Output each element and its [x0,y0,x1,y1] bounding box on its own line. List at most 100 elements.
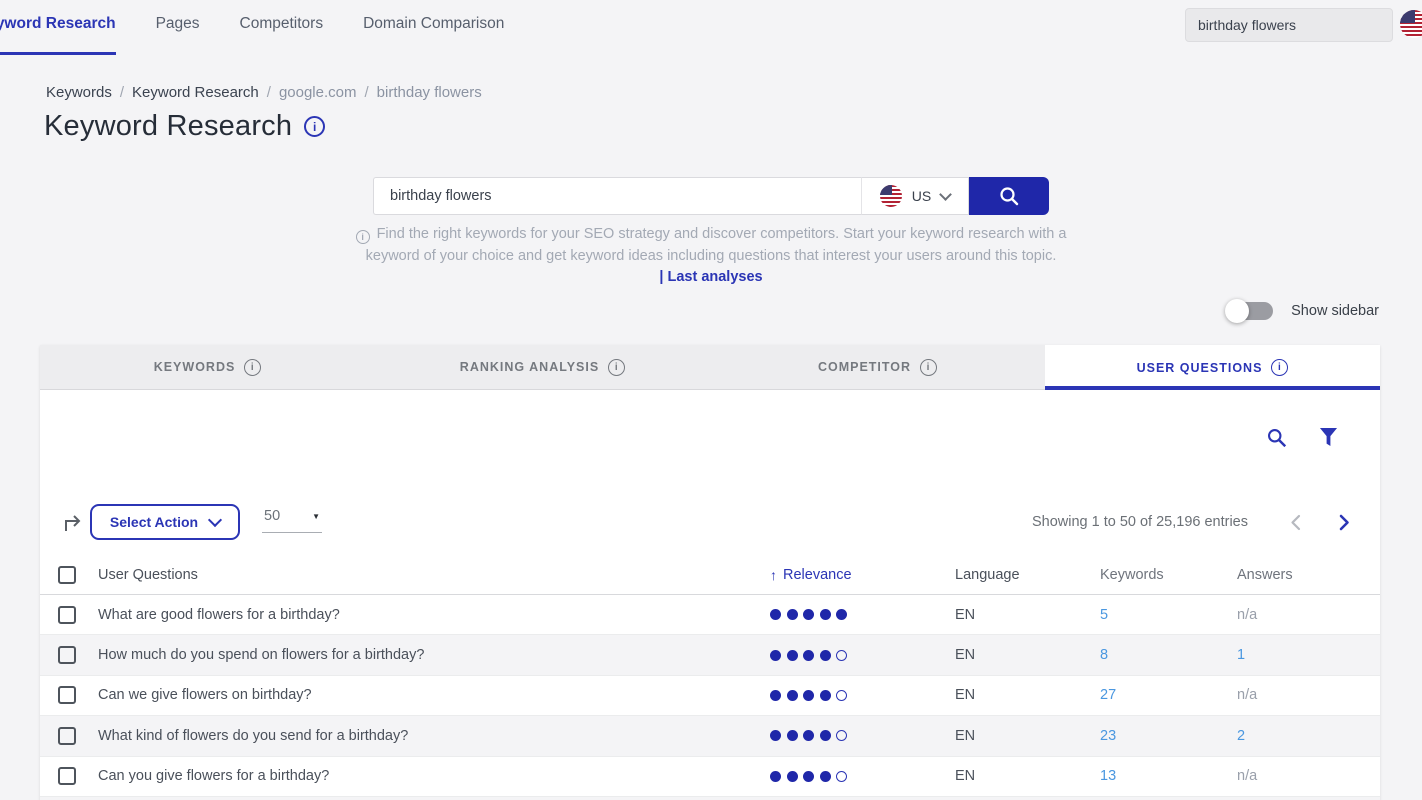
breadcrumb-keyword-research[interactable]: Keyword Research [132,84,259,101]
results-card: KEYWORDS RANKING ANALYSIS COMPETITOR USE… [40,345,1380,800]
relevance-dots [770,650,955,661]
breadcrumb-domain[interactable]: google.com [279,84,357,101]
relevance-dot-filled [820,609,831,620]
relevance-dot-filled [820,690,831,701]
column-header-user-questions[interactable]: User Questions [98,567,770,583]
table-row: Can we give flowers on birthday? EN 27 n… [40,676,1380,716]
column-header-answers[interactable]: Answers [1237,567,1380,583]
table-row: Can you give flowers for a birthday? EN … [40,757,1380,797]
row-checkbox[interactable] [58,727,76,745]
column-header-keywords[interactable]: Keywords [1100,567,1237,583]
relevance-dot-filled [770,609,781,620]
tab-label: USER QUESTIONS [1137,361,1263,375]
tab-label: RANKING ANALYSIS [460,360,599,374]
prev-page-icon[interactable] [1290,514,1301,531]
answers-cell: n/a [1237,687,1257,703]
relevance-dot-filled [787,650,798,661]
filter-icon[interactable] [1319,427,1338,448]
answers-cell[interactable]: 2 [1237,728,1245,744]
question-text: How much do you spend on flowers for a b… [98,647,770,663]
row-checkbox[interactable] [58,686,76,704]
show-sidebar-toggle[interactable] [1227,302,1273,320]
relevance-dots [770,771,955,782]
relevance-dot-filled [836,609,847,620]
answers-cell[interactable]: 1 [1237,647,1245,663]
select-action-button[interactable]: Select Action [90,504,240,540]
tab-user-questions[interactable]: USER QUESTIONS [1045,345,1380,390]
relevance-dot-filled [803,771,814,782]
keywords-link[interactable]: 8 [1100,647,1108,663]
page-title: Keyword Research [44,110,292,143]
row-checkbox[interactable] [58,646,76,664]
table-search-icon[interactable] [1266,427,1287,448]
relevance-dot-filled [820,771,831,782]
nav-item-pages[interactable]: Pages [156,0,200,48]
search-button[interactable] [969,177,1049,215]
tab-info-icon[interactable] [608,359,625,376]
relevance-dot-filled [803,650,814,661]
answers-cell: n/a [1237,607,1257,623]
keywords-link[interactable]: 27 [1100,687,1116,703]
relevance-dots [770,730,955,741]
keywords-link[interactable]: 5 [1100,607,1108,623]
row-checkbox[interactable] [58,767,76,785]
relevance-dot-filled [770,771,781,782]
country-selector[interactable]: US [861,177,969,215]
page-title-info-icon[interactable] [304,116,325,137]
table-body: What are good flowers for a birthday? EN… [40,595,1380,797]
language-cell: EN [955,687,1100,703]
relevance-dots [770,690,955,701]
tab-info-icon[interactable] [920,359,937,376]
relevance-dot-open [836,650,847,661]
language-cell: EN [955,768,1100,784]
tab-label: COMPETITOR [818,360,911,374]
answers-cell: n/a [1237,768,1257,784]
relevance-dot-filled [787,609,798,620]
table-row: What kind of flowers do you send for a b… [40,716,1380,756]
language-cell: EN [955,607,1100,623]
search-icon [997,184,1021,208]
title-row: Keyword Research [44,110,325,143]
nav-item-keyword-research[interactable]: Keyword Research [0,0,116,48]
page-size-select[interactable]: 50 ▼ [262,508,322,533]
column-header-language[interactable]: Language [955,567,1100,583]
select-all-checkbox[interactable] [58,566,76,584]
next-page-icon[interactable] [1339,514,1350,531]
us-flag-icon [880,185,902,207]
description: Find the right keywords for your SEO str… [351,223,1071,267]
relevance-dot-filled [787,771,798,782]
language-cell: EN [955,728,1100,744]
export-icon[interactable] [62,511,84,533]
relevance-dot-filled [803,609,814,620]
breadcrumb-separator: / [267,84,271,101]
tab-ranking-analysis[interactable]: RANKING ANALYSIS [375,345,710,390]
row-checkbox[interactable] [58,606,76,624]
tab-info-icon[interactable] [1271,359,1288,376]
keywords-link[interactable]: 23 [1100,728,1116,744]
nav-item-domain-comparison[interactable]: Domain Comparison [363,0,504,48]
relevance-dot-filled [770,650,781,661]
top-search-input[interactable] [1185,8,1393,42]
sort-asc-icon: ↑ [770,567,777,583]
keyword-input[interactable] [373,177,861,215]
tab-keywords[interactable]: KEYWORDS [40,345,375,390]
country-code-label: US [912,188,931,204]
breadcrumb-keywords[interactable]: Keywords [46,84,112,101]
us-flag-icon [1400,10,1422,38]
question-text: Can you give flowers for a birthday? [98,768,770,784]
toggle-knob [1225,299,1249,323]
nav-item-competitors[interactable]: Competitors [240,0,324,48]
column-header-relevance[interactable]: ↑ Relevance [770,567,955,583]
breadcrumb: Keywords / Keyword Research / google.com… [46,84,482,101]
tab-competitor[interactable]: COMPETITOR [710,345,1045,390]
keywords-link[interactable]: 13 [1100,768,1116,784]
relevance-dot-open [836,730,847,741]
tab-info-icon[interactable] [244,359,261,376]
description-text: Find the right keywords for your SEO str… [366,226,1067,264]
sidebar-toggle-row: Show sidebar [1227,302,1379,320]
pagination: Showing 1 to 50 of 25,196 entries [1032,504,1350,540]
table-row: How much do you spend on flowers for a b… [40,635,1380,675]
chevron-down-icon [208,513,222,527]
page-size-value: 50 [264,508,280,524]
last-analyses-link[interactable]: | Last analyses [0,269,1422,285]
